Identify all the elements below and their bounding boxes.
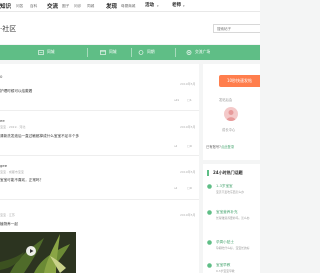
comment-button[interactable]: ▢ 0 (187, 186, 192, 190)
top-navigation: 知识 问答 百科 交流 圈子 问诊 同城 发现 母婴商城 活动 ▾ 老师 ▾ (0, 0, 260, 12)
topic-icon (207, 184, 212, 189)
tab-label: 同城 (109, 49, 117, 54)
like-button[interactable]: 👍︎ (174, 186, 177, 190)
post-date: 2019年5月 (180, 82, 196, 86)
nav-consult[interactable]: 问诊 (74, 4, 81, 9)
nav-teachers[interactable]: 老师 (172, 2, 181, 8)
tab-label: 同期 (147, 49, 155, 54)
tab-divider (131, 48, 132, 57)
nav-discover[interactable]: 发现 (106, 2, 117, 10)
post-meta: 宝宝 · 江苏 (0, 213, 15, 217)
hot-topic-title[interactable]: 宝宝营养补充 (216, 210, 238, 215)
plus-circle-icon (186, 49, 192, 55)
nav-circles[interactable]: 圈子 (62, 4, 69, 9)
search-input[interactable] (213, 24, 260, 33)
play-icon (30, 249, 34, 253)
topic-icon (207, 240, 212, 245)
tab-plaza[interactable]: 交流广场 (186, 49, 210, 55)
play-button[interactable] (26, 246, 36, 256)
avatar[interactable] (224, 107, 238, 121)
plant-photo (0, 232, 76, 273)
page-title: ·社区 (0, 25, 17, 33)
post-divider (0, 110, 199, 111)
post-video-thumbnail[interactable] (0, 232, 76, 273)
post-date: 2019年5月 (180, 213, 196, 217)
location-icon (38, 49, 44, 55)
sidebar-hint: 发帖后会 (219, 98, 233, 102)
post-meta: 宝宝 · 2019 · 河北 (0, 125, 26, 129)
hot-topic-desc: 长得矮营养要补吗，怎么办 (216, 216, 250, 220)
post-username[interactable]: ee (0, 118, 5, 123)
tab-same-period[interactable]: 同期 (138, 49, 155, 55)
like-button[interactable]: 👍︎ (174, 144, 177, 148)
post-date: 2019年5月 (180, 125, 196, 129)
like-button[interactable]: 👍︎ 1 (174, 98, 179, 102)
post-divider (0, 199, 199, 200)
nav-local[interactable]: 同城 (87, 4, 94, 9)
topic-icon (207, 263, 212, 268)
comment-button[interactable]: ▢ 0 (187, 144, 192, 148)
post-divider (0, 155, 199, 156)
calendar-icon (100, 49, 106, 55)
tab-label: 交流广场 (195, 49, 211, 54)
login-prompt: 已有账号?点此登录 (206, 145, 235, 149)
nav-events[interactable]: 活动 (145, 2, 154, 8)
post-text[interactable]: 护理时候可以给戴着 (0, 89, 32, 94)
hot-topic-title[interactable]: 孕周小贴士 (216, 240, 234, 245)
baby-icon (138, 49, 144, 55)
chevron-down-icon: ▾ (183, 4, 185, 8)
nav-encyclopedia[interactable]: 百科 (30, 4, 37, 9)
topic-icon (207, 210, 212, 215)
hot-topic-desc: 孕期吃什么好，宝宝长的好 (216, 246, 250, 250)
publish-button[interactable]: 10秒快速发帖 (219, 75, 260, 87)
tab-bar: 同城 同城 同期 交流广场 (0, 45, 260, 60)
thumbs-up-icon: 👍︎ (174, 186, 178, 190)
nav-qa[interactable]: 问答 (16, 4, 23, 9)
tab-divider (175, 48, 176, 57)
hot-topic-desc: 0-3岁宝宝早教 (216, 269, 235, 273)
hot-topic-title[interactable]: 宝宝早教 (216, 263, 230, 268)
chevron-down-icon: ▾ (157, 4, 159, 8)
hot-topics-heading: 24小时热门话题 (213, 170, 243, 175)
section-marker (207, 170, 209, 176)
post-username[interactable]: 0 (0, 74, 2, 79)
nav-knowledge[interactable]: 知识 (0, 2, 11, 10)
post-text[interactable]: 植物养一起 (0, 222, 18, 227)
tab-label: 同城 (47, 49, 55, 54)
post-text[interactable]: 清新洗发液后一直过敏都掉成什么宝宝不足半个多 (0, 134, 79, 139)
hot-topic-title[interactable]: 1-3岁宝宝 (216, 184, 233, 189)
post-date: 2019年5月 (180, 170, 196, 174)
comment-button[interactable]: ▢ 1 (187, 98, 192, 102)
hot-topic-desc: 宝贝不爱吃东西怎么办 (216, 190, 244, 194)
thumbs-up-icon: 👍︎ (174, 144, 178, 148)
post-meta: 宝宝 · 成都市宝宝 (0, 170, 24, 174)
nav-mall[interactable]: 母婴商城 (121, 4, 135, 9)
tab-city[interactable]: 同城 (100, 49, 117, 55)
nav-exchange[interactable]: 交流 (47, 2, 58, 10)
login-link[interactable]: 点此登录 (221, 145, 234, 149)
post-username[interactable]: gee (0, 163, 7, 168)
post-text[interactable]: 宝宝可能不喜欢，正常吗？ (0, 178, 43, 183)
tab-local[interactable]: 同城 (38, 49, 55, 55)
user-center-label: 成长中心 (222, 128, 236, 132)
tab-divider (87, 48, 88, 57)
